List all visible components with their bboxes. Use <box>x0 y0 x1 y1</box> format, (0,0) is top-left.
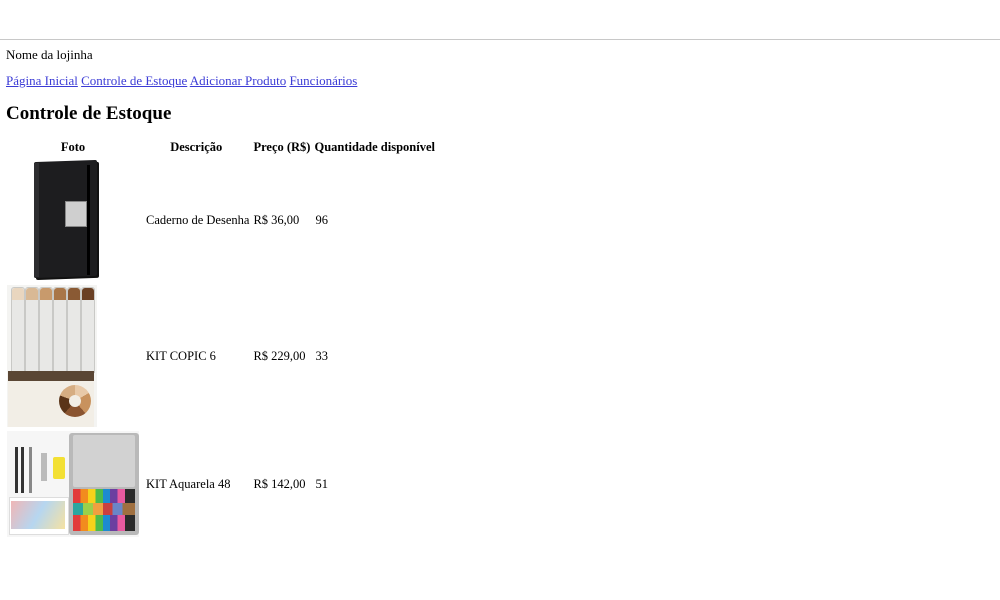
nav-link-stock-control[interactable]: Controle de Estoque <box>81 73 187 88</box>
nav-link-add-product[interactable]: Adicionar Produto <box>190 73 286 88</box>
page-title: Controle de Estoque <box>6 103 172 124</box>
nav-link-home[interactable]: Página Inicial <box>6 73 78 88</box>
watercolor-kit-image <box>7 431 139 537</box>
column-header-description: Descrição <box>170 139 223 154</box>
description-cell: Caderno de Desenha <box>146 212 250 227</box>
description-cell: KIT Aquarela 48 <box>146 476 231 491</box>
column-header-quantity: Quantidade disponível <box>314 139 435 154</box>
sketchbook-image <box>7 159 127 281</box>
price-cell: R$ 142,00 <box>253 476 306 491</box>
nav-link-employees[interactable]: Funcionários <box>289 73 357 88</box>
markers-kit-image <box>7 285 97 427</box>
table-row: Caderno de Desenha R$ 36,00 96 <box>6 158 436 282</box>
column-header-photo: Foto <box>60 139 86 154</box>
main-nav: Página Inicial Controle de Estoque Adici… <box>6 73 994 89</box>
quantity-cell: 33 <box>315 348 328 363</box>
quantity-cell: 51 <box>315 476 328 491</box>
store-name: Nome da lojinha <box>6 47 93 62</box>
top-bar <box>0 0 1000 40</box>
price-cell: R$ 229,00 <box>253 348 306 363</box>
price-cell: R$ 36,00 <box>253 212 300 227</box>
table-row: KIT Aquarela 48 R$ 142,00 51 <box>6 430 436 538</box>
page-content: Nome da lojinha Página Inicial Controle … <box>0 47 1000 540</box>
description-cell: KIT COPIC 6 <box>146 348 216 363</box>
quantity-cell: 96 <box>315 212 328 227</box>
column-header-price: Preço (R$) <box>253 139 311 154</box>
table-row: KIT COPIC 6 R$ 229,00 33 <box>6 284 436 428</box>
stock-table: Foto Descrição Preço (R$) Quantidade dis… <box>4 136 438 540</box>
table-header-row: Foto Descrição Preço (R$) Quantidade dis… <box>6 138 436 156</box>
photo-cell <box>6 284 140 428</box>
photo-cell <box>6 430 140 538</box>
photo-cell <box>6 158 140 282</box>
